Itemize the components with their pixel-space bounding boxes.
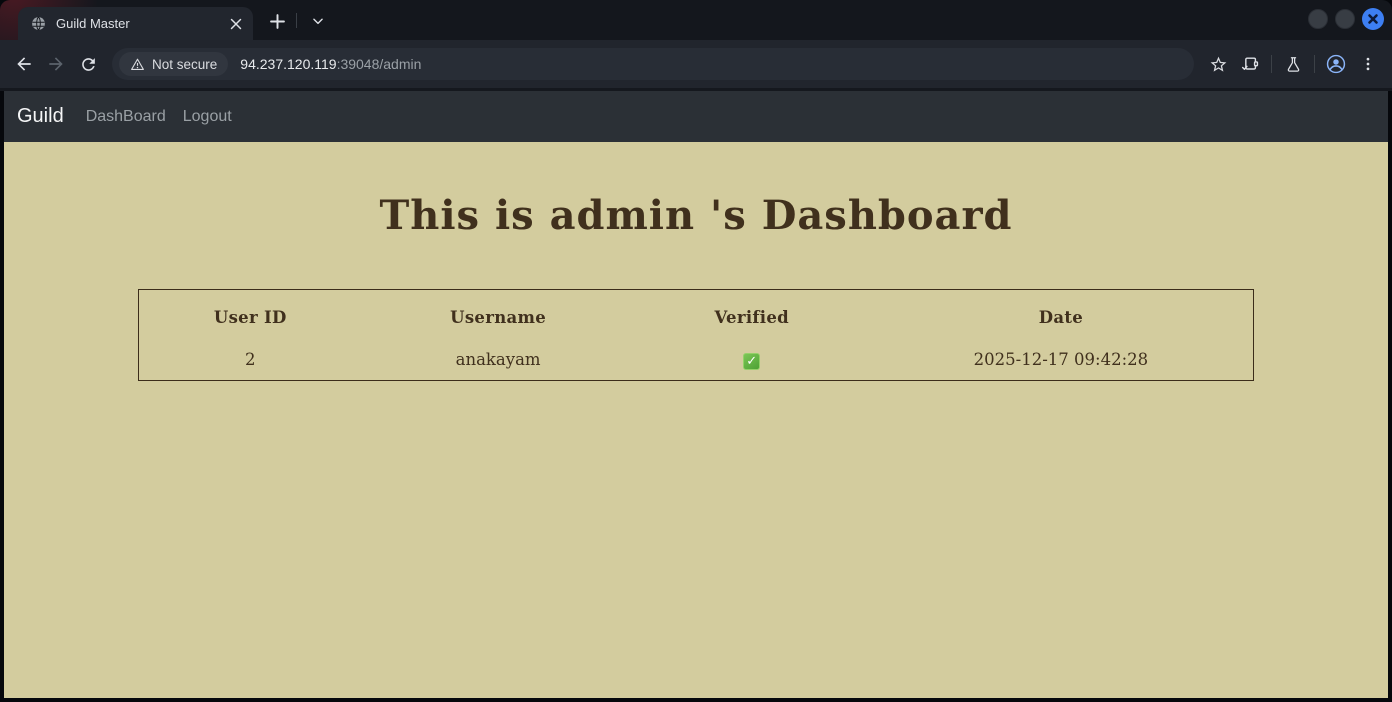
nav-link-logout[interactable]: Logout — [183, 108, 232, 126]
cell-date: 2025-12-17 09:42:28 — [869, 346, 1254, 381]
bookmark-star-icon[interactable] — [1202, 48, 1234, 80]
browser-tab[interactable]: Guild Master — [18, 7, 253, 40]
table-row: 2 anakayam ✓ 2025-12-17 09:42:28 — [139, 346, 1254, 381]
tab-search-chevron-icon[interactable] — [305, 8, 331, 34]
security-badge[interactable]: Not secure — [119, 52, 228, 76]
users-table: User ID Username Verified Date 2 anakaya… — [138, 289, 1254, 381]
tabstrip-separator — [296, 13, 297, 28]
warning-triangle-icon — [130, 57, 145, 72]
browser-toolbar: Not secure 94.237.120.119:39048/admin — [0, 40, 1392, 88]
toolbar-separator — [1271, 55, 1272, 73]
url-path: :39048/admin — [337, 56, 422, 72]
col-header-verified: Verified — [635, 290, 869, 346]
toolbar-separator — [1314, 55, 1315, 73]
navbar-brand[interactable]: Guild — [17, 105, 64, 128]
url-host: 94.237.120.119 — [240, 56, 336, 72]
web-page: Guild DashBoard Logout This is admin 's … — [4, 91, 1388, 698]
reload-button[interactable] — [72, 48, 104, 80]
minimize-button[interactable] — [1308, 9, 1328, 29]
browser-window: Guild Master — [0, 0, 1392, 702]
tab-close-icon[interactable] — [227, 15, 245, 33]
back-button[interactable] — [8, 48, 40, 80]
col-header-date: Date — [869, 290, 1254, 346]
address-bar[interactable]: Not secure 94.237.120.119:39048/admin — [112, 48, 1194, 80]
extensions-icon[interactable] — [1234, 48, 1266, 80]
flask-icon[interactable] — [1277, 48, 1309, 80]
tab-title: Guild Master — [56, 16, 218, 31]
col-header-user-id: User ID — [139, 290, 362, 346]
maximize-button[interactable] — [1335, 9, 1355, 29]
menu-kebab-icon[interactable] — [1352, 48, 1384, 80]
table-header-row: User ID Username Verified Date — [139, 290, 1254, 346]
new-tab-button[interactable] — [264, 8, 290, 34]
forward-button[interactable] — [40, 48, 72, 80]
site-navbar: Guild DashBoard Logout — [4, 91, 1388, 142]
verified-check-icon: ✓ — [743, 353, 760, 370]
url-text: 94.237.120.119:39048/admin — [240, 56, 421, 72]
col-header-username: Username — [362, 290, 635, 346]
page-content: This is admin 's Dashboard User ID Usern… — [4, 142, 1388, 698]
cell-username: anakayam — [362, 346, 635, 381]
close-window-button[interactable] — [1362, 8, 1384, 30]
cell-user-id: 2 — [139, 346, 362, 381]
cell-verified: ✓ — [635, 346, 869, 381]
globe-favicon-icon — [30, 15, 47, 32]
nav-link-dashboard[interactable]: DashBoard — [86, 108, 166, 126]
page-title: This is admin 's Dashboard — [4, 142, 1388, 239]
tab-strip: Guild Master — [0, 0, 1392, 40]
window-controls — [1308, 8, 1384, 30]
security-label: Not secure — [152, 57, 217, 72]
profile-icon[interactable] — [1320, 48, 1352, 80]
